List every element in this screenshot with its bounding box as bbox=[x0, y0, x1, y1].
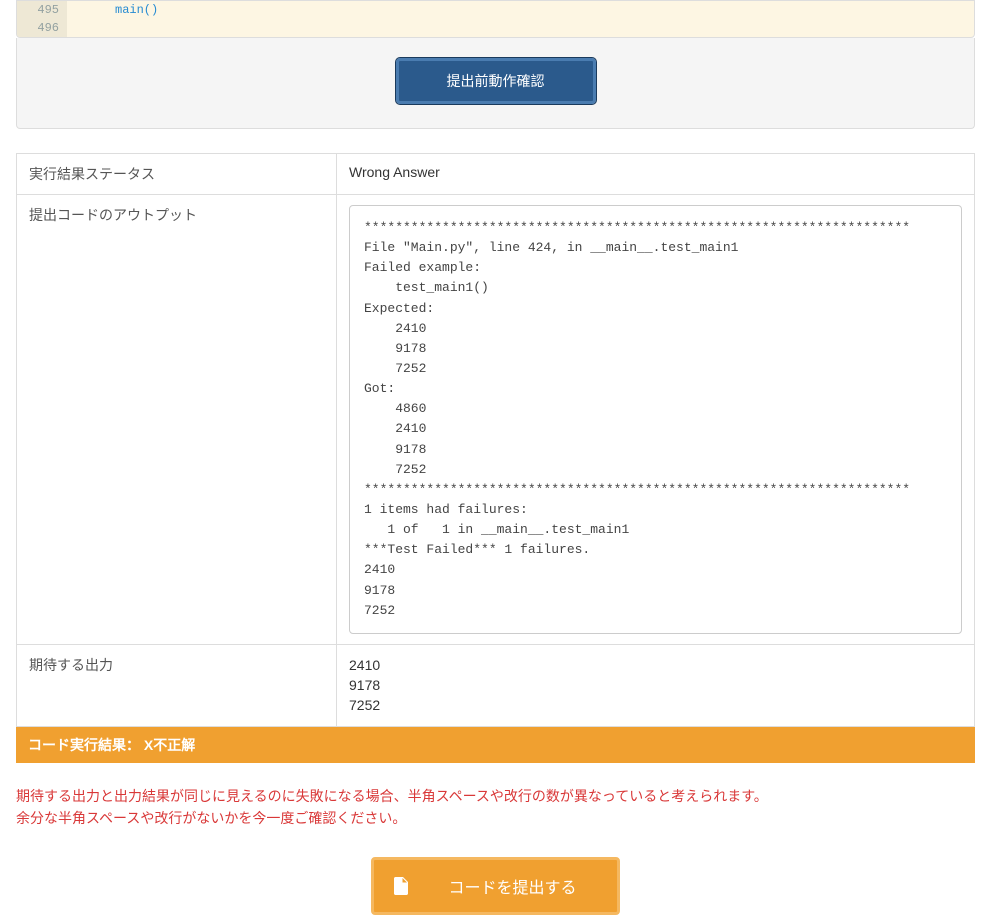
code-content[interactable]: main() bbox=[67, 1, 166, 37]
code-editor-area: 495496 main() bbox=[16, 0, 975, 38]
pre-submit-confirm-button[interactable]: 提出前動作確認 bbox=[396, 58, 596, 104]
output-label: 提出コードのアウトプット bbox=[17, 195, 337, 645]
warning-text: 期待する出力と出力結果が同じに見えるのに失敗になる場合、半角スペースや改行の数が… bbox=[16, 785, 975, 830]
expected-cell: 2410 9178 7252 bbox=[337, 644, 975, 726]
output-cell: ****************************************… bbox=[337, 195, 975, 645]
table-row: 実行結果ステータス Wrong Answer bbox=[17, 154, 975, 195]
file-icon bbox=[394, 877, 408, 895]
status-value: Wrong Answer bbox=[337, 154, 975, 195]
submit-row: コードを提出する bbox=[16, 857, 975, 915]
warning-line-1: 期待する出力と出力結果が同じに見えるのに失敗になる場合、半角スペースや改行の数が… bbox=[16, 785, 975, 807]
banner-result: 不正解 bbox=[153, 737, 195, 753]
table-row: 提出コードのアウトプット ***************************… bbox=[17, 195, 975, 645]
warning-line-2: 余分な半角スペースや改行がないかを今一度ご確認ください。 bbox=[16, 807, 975, 829]
result-banner: コード実行結果： X不正解 bbox=[16, 727, 975, 763]
status-label: 実行結果ステータス bbox=[17, 154, 337, 195]
line-number-gutter: 495496 bbox=[17, 1, 67, 37]
result-table: 実行結果ステータス Wrong Answer 提出コードのアウトプット ****… bbox=[16, 153, 975, 727]
banner-prefix: コード実行結果： X bbox=[28, 737, 153, 753]
confirm-button-row: 提出前動作確認 bbox=[16, 38, 975, 129]
output-box[interactable]: ****************************************… bbox=[349, 205, 962, 634]
expected-output: 2410 9178 7252 bbox=[349, 655, 962, 716]
submit-button-label: コードを提出する bbox=[448, 874, 576, 898]
submit-code-button[interactable]: コードを提出する bbox=[371, 857, 619, 915]
table-row: 期待する出力 2410 9178 7252 bbox=[17, 644, 975, 726]
expected-label: 期待する出力 bbox=[17, 644, 337, 726]
